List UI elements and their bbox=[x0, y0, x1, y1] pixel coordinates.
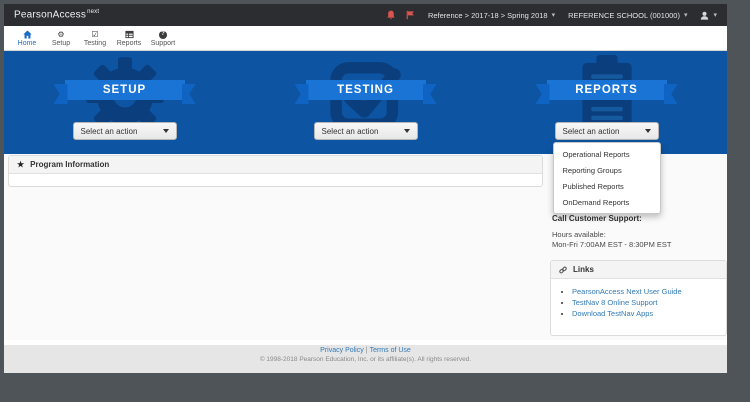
links-panel: Links PearsonAccess Next User Guide Test… bbox=[550, 260, 727, 336]
chevron-down-icon: ▾ bbox=[552, 12, 556, 19]
page-footer: Privacy Policy|Terms of Use © 1998-2018 … bbox=[4, 340, 727, 373]
terms-of-use-link[interactable]: Terms of Use bbox=[370, 347, 411, 354]
scope-menu-label: Reference > 2017-18 > Spring 2018 bbox=[428, 11, 548, 20]
chevron-down-icon bbox=[163, 129, 169, 133]
reports-action-menu: Operational Reports Reporting Groups Pub… bbox=[553, 142, 661, 214]
reports-action-dropdown[interactable]: Select an action bbox=[555, 122, 659, 140]
link-icon bbox=[559, 266, 567, 274]
testing-section: TESTING Select an action bbox=[245, 51, 486, 154]
org-menu-label: REFERENCE SCHOOL (001000) bbox=[568, 11, 680, 20]
nav-item-label: Support bbox=[151, 40, 176, 47]
list-item: Download TestNav Apps bbox=[572, 308, 720, 319]
links-panel-body: PearsonAccess Next User Guide TestNav 8 … bbox=[551, 279, 726, 335]
dropdown-label: Select an action bbox=[322, 127, 379, 136]
menu-item-reporting-groups[interactable]: Reporting Groups bbox=[554, 162, 660, 178]
links-panel-header[interactable]: Links bbox=[551, 261, 726, 279]
menu-item-operational-reports[interactable]: Operational Reports bbox=[554, 146, 660, 162]
checkbox-icon: ☑ bbox=[91, 30, 98, 39]
star-icon: ★ bbox=[17, 161, 24, 169]
link-testnav-support[interactable]: TestNav 8 Online Support bbox=[572, 298, 657, 307]
app-window: PearsonAccessnext Reference > 2017-18 > … bbox=[4, 4, 727, 373]
main-nav: Home ⚙ Setup ☑ Testing Reports ? Support bbox=[4, 26, 727, 51]
list-item: TestNav 8 Online Support bbox=[572, 297, 720, 308]
nav-item-label: Testing bbox=[84, 40, 106, 47]
support-heading: Call Customer Support: bbox=[552, 214, 671, 223]
privacy-policy-link[interactable]: Privacy Policy bbox=[320, 347, 364, 354]
user-account-menu[interactable]: ▾ bbox=[700, 11, 717, 20]
footer-links: Privacy Policy|Terms of Use bbox=[4, 347, 727, 354]
question-icon: ? bbox=[159, 30, 167, 39]
nav-item-testing[interactable]: ☑ Testing bbox=[78, 30, 112, 47]
top-bar: PearsonAccessnext Reference > 2017-18 > … bbox=[4, 4, 727, 26]
flag-icon[interactable] bbox=[405, 10, 415, 20]
logo-sup-text: next bbox=[87, 9, 99, 15]
organization-menu[interactable]: REFERENCE SCHOOL (001000) ▾ bbox=[568, 11, 687, 20]
footer-separator: | bbox=[366, 347, 368, 354]
reports-section: REPORTS Select an action Operational Rep… bbox=[486, 51, 727, 154]
setup-action-dropdown[interactable]: Select an action bbox=[73, 122, 177, 140]
reports-ribbon: REPORTS bbox=[547, 80, 667, 100]
chevron-down-icon bbox=[645, 129, 651, 133]
panel-title: Links bbox=[573, 265, 594, 274]
nav-item-support[interactable]: ? Support bbox=[146, 30, 180, 47]
chevron-down-icon: ▾ bbox=[684, 12, 688, 19]
customer-support-block: Call Customer Support: Hours available: … bbox=[552, 214, 671, 250]
testing-action-dropdown[interactable]: Select an action bbox=[314, 122, 418, 140]
program-information-body bbox=[9, 174, 542, 186]
nav-item-label: Reports bbox=[117, 40, 142, 47]
link-download-testnav[interactable]: Download TestNav Apps bbox=[572, 309, 653, 318]
logo-text: PearsonAccess bbox=[14, 10, 86, 21]
setup-ribbon: SETUP bbox=[65, 80, 185, 100]
panel-title: Program Information bbox=[30, 160, 109, 169]
menu-item-ondemand-reports[interactable]: OnDemand Reports bbox=[554, 194, 660, 210]
program-information-header[interactable]: ★ Program Information bbox=[9, 156, 542, 174]
nav-item-label: Setup bbox=[52, 40, 70, 47]
dashboard-banner: SETUP Select an action TESTING Select an… bbox=[4, 51, 727, 154]
nav-item-home[interactable]: Home bbox=[10, 30, 44, 47]
user-icon bbox=[700, 11, 709, 20]
nav-item-label: Home bbox=[18, 40, 37, 47]
bell-icon[interactable] bbox=[386, 10, 396, 20]
nav-item-reports[interactable]: Reports bbox=[112, 30, 146, 47]
link-user-guide[interactable]: PearsonAccess Next User Guide bbox=[572, 287, 682, 296]
dropdown-label: Select an action bbox=[81, 127, 138, 136]
home-icon bbox=[23, 30, 32, 39]
program-information-panel: ★ Program Information bbox=[8, 155, 543, 187]
test-admin-scope-menu[interactable]: Reference > 2017-18 > Spring 2018 ▾ bbox=[428, 11, 555, 20]
chevron-down-icon bbox=[404, 129, 410, 133]
pearsonaccess-logo: PearsonAccessnext bbox=[14, 9, 99, 20]
menu-item-published-reports[interactable]: Published Reports bbox=[554, 178, 660, 194]
list-item: PearsonAccess Next User Guide bbox=[572, 286, 720, 297]
support-hours-value: Mon-Fri 7:00AM EST - 8:30PM EST bbox=[552, 240, 671, 250]
setup-section: SETUP Select an action bbox=[4, 51, 245, 154]
table-icon bbox=[125, 30, 134, 39]
chevron-down-icon: ▾ bbox=[713, 12, 717, 19]
gear-icon: ⚙ bbox=[57, 30, 64, 39]
testing-ribbon: TESTING bbox=[306, 80, 426, 100]
nav-item-setup[interactable]: ⚙ Setup bbox=[44, 30, 78, 47]
dropdown-label: Select an action bbox=[563, 127, 620, 136]
copyright-text: © 1998-2018 Pearson Education, Inc. or i… bbox=[4, 356, 727, 363]
support-hours-label: Hours available: bbox=[552, 230, 671, 240]
